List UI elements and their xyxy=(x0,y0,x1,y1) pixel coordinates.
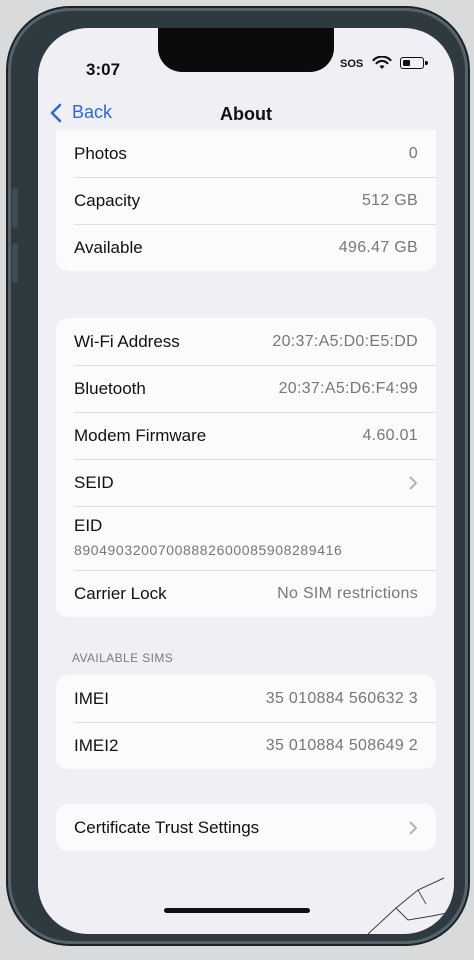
list-item-carrier-lock: Carrier Lock No SIM restrictions xyxy=(56,570,436,617)
sims-group: IMEI 35 010884 560632 3 IMEI2 35 010884 … xyxy=(56,675,436,769)
wifi-icon xyxy=(372,56,392,69)
row-value: 20:37:A5:D0:E5:DD xyxy=(272,332,418,350)
row-label: IMEI xyxy=(74,688,109,708)
network-group: Wi-Fi Address 20:37:A5:D0:E5:DD Bluetoot… xyxy=(56,318,436,617)
eid-value: 89049032007008882600085908289416 xyxy=(74,542,343,558)
navigation-bar: Back About xyxy=(38,90,454,134)
list-item-imei2: IMEI2 35 010884 508649 2 xyxy=(56,722,436,769)
row-value: 496.47 GB xyxy=(338,238,418,256)
row-label: Wi-Fi Address xyxy=(74,331,180,351)
section-header-available-sims: AVAILABLE SIMS xyxy=(72,651,174,665)
chevron-right-icon xyxy=(409,821,417,834)
volume-up-button xyxy=(12,188,18,228)
row-label: Modem Firmware xyxy=(74,425,207,445)
list-item-capacity: Capacity 512 GB xyxy=(56,177,436,224)
row-value: 35 010884 508649 2 xyxy=(265,736,418,754)
row-value: 35 010884 560632 3 xyxy=(265,689,418,707)
list-item-eid: EID 89049032007008882600085908289416 xyxy=(56,506,436,570)
home-indicator[interactable] xyxy=(164,908,310,913)
row-value: 20:37:A5:D6:F4:99 xyxy=(278,379,418,397)
certificate-trust-settings-row[interactable]: Certificate Trust Settings xyxy=(56,804,436,851)
certificate-group: Certificate Trust Settings xyxy=(56,804,436,851)
status-bar: 3:07 SOS xyxy=(38,28,454,88)
row-label: Carrier Lock xyxy=(74,583,167,603)
row-label: EID xyxy=(74,516,103,535)
list-item-seid[interactable]: SEID xyxy=(56,459,436,506)
page-title: About xyxy=(220,104,272,124)
status-time: 3:07 xyxy=(86,60,121,79)
list-item-imei: IMEI 35 010884 560632 3 xyxy=(56,675,436,722)
screen-crack xyxy=(367,877,453,934)
volume-down-button xyxy=(12,243,18,283)
row-label: Bluetooth xyxy=(74,378,146,398)
row-value: No SIM restrictions xyxy=(277,584,418,602)
row-label: Capacity xyxy=(74,190,141,210)
row-label: IMEI2 xyxy=(74,735,119,755)
status-carrier: SOS xyxy=(340,58,364,70)
chevron-right-icon xyxy=(409,476,417,489)
storage-group: Photos 0 Capacity 512 GB Available 496.4… xyxy=(56,130,436,271)
row-label: Photos xyxy=(74,143,127,163)
notch xyxy=(158,28,334,72)
list-item-modem-firmware: Modem Firmware 4.60.01 xyxy=(56,412,436,459)
row-value: 0 xyxy=(408,144,418,162)
row-label: Certificate Trust Settings xyxy=(74,817,260,837)
row-label: SEID xyxy=(74,472,114,492)
row-value: 512 GB xyxy=(361,191,418,209)
screen: 3:07 SOS Back About Photos 0 Capacity 51… xyxy=(38,28,454,934)
battery-icon xyxy=(400,57,428,69)
row-value: 4.60.01 xyxy=(362,426,418,444)
row-label: Available xyxy=(74,237,143,257)
list-item-bluetooth: Bluetooth 20:37:A5:D6:F4:99 xyxy=(56,365,436,412)
list-item-available: Available 496.47 GB xyxy=(56,224,436,271)
list-item-photos: Photos 0 xyxy=(56,130,436,177)
list-item-wifi-address: Wi-Fi Address 20:37:A5:D0:E5:DD xyxy=(56,318,436,365)
